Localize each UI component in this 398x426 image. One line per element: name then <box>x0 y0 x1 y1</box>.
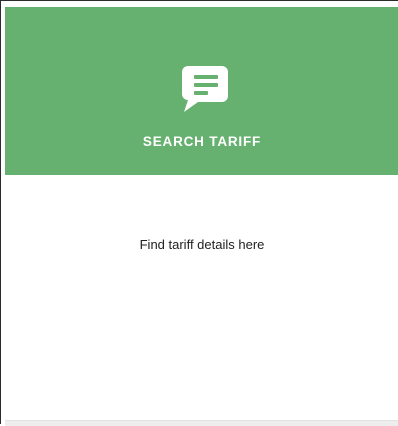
card-header: SEARCH TARIFF <box>5 7 398 175</box>
chat-message-icon <box>178 60 232 114</box>
page-frame: SEARCH TARIFF Find tariff details here <box>0 0 398 426</box>
search-tariff-card[interactable]: SEARCH TARIFF Find tariff details here <box>5 7 398 426</box>
card-title: SEARCH TARIFF <box>142 134 262 149</box>
card-footer <box>5 420 398 426</box>
card-body: Find tariff details here <box>5 175 398 420</box>
card-description: Find tariff details here <box>139 237 265 252</box>
